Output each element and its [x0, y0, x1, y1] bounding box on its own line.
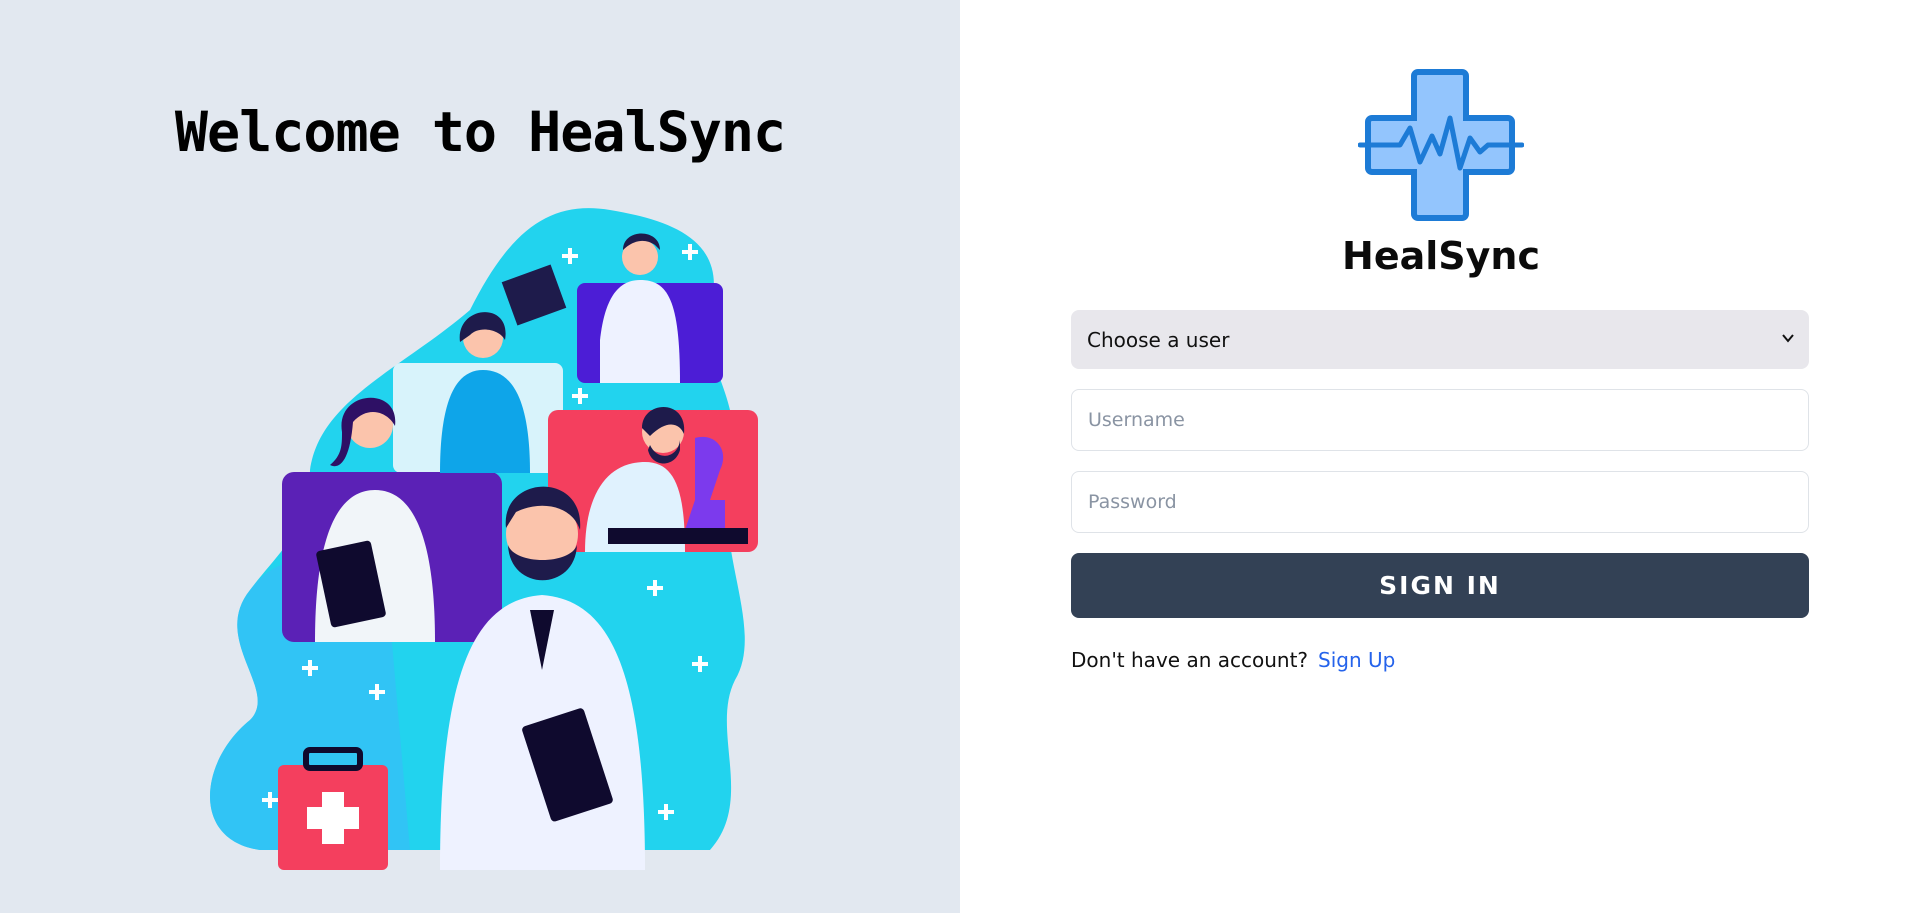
sign-up-link[interactable]: Sign Up — [1318, 648, 1395, 672]
user-select-value: Choose a user — [1087, 327, 1230, 352]
brand-name: HealSync — [1342, 234, 1540, 278]
medical-cross-heartbeat-icon — [1358, 69, 1524, 221]
doctors-illustration — [210, 208, 758, 870]
welcome-heading: Welcome to HealSync — [174, 100, 786, 164]
signup-prompt: Don't have an account? — [1071, 648, 1309, 672]
signup-row: Don't have an account? Sign Up — [1071, 648, 1395, 672]
sign-in-button[interactable]: SIGN IN — [1071, 553, 1809, 618]
lab-desk — [608, 528, 748, 544]
chevron-down-icon — [1782, 334, 1794, 343]
username-input[interactable] — [1071, 389, 1809, 451]
password-input[interactable] — [1071, 471, 1809, 533]
user-select[interactable]: Choose a user — [1071, 310, 1809, 369]
